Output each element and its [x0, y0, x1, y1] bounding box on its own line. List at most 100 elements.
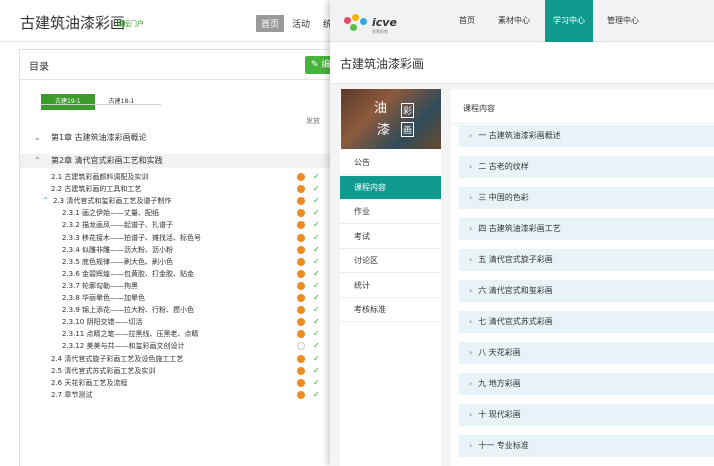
toc-title: 目录: [29, 62, 49, 73]
release-status-icon[interactable]: [297, 173, 305, 181]
toc-section-row[interactable]: 2.3.2 描龙画凤——起谱子、扎谱子 ✓: [20, 219, 330, 231]
release-status-icon[interactable]: [297, 366, 305, 375]
unit-item[interactable]: › 二 古老的纹样: [459, 156, 714, 178]
unit-item[interactable]: › 七 清代官式苏式彩画: [459, 311, 714, 333]
unit-item[interactable]: › 五 清代官式旋子彩画: [459, 249, 714, 271]
unit-item[interactable]: › 八 天花彩画: [459, 342, 714, 364]
unit-item[interactable]: › 六 清代官式和玺彩画: [459, 280, 714, 302]
check-icon[interactable]: ✓: [313, 353, 320, 365]
toc-row-label: 2.3.8 华丽晕色——加晕色: [62, 294, 146, 302]
nav-home[interactable]: 首页: [450, 0, 484, 42]
unit-item[interactable]: › 十一 专业标准: [459, 435, 714, 457]
nav-material-center[interactable]: 素材中心: [491, 0, 537, 42]
logo-dot-red: [344, 17, 351, 24]
class-tab-18-1[interactable]: 古建18-1: [95, 94, 149, 110]
release-status-icon[interactable]: [297, 185, 305, 194]
check-icon[interactable]: ✓: [313, 365, 320, 377]
toc-section-row[interactable]: 2.5 清代官式苏式彩画工艺及实训 ✓: [20, 365, 330, 377]
nav-learning-center[interactable]: 学习中心: [545, 0, 593, 42]
check-icon[interactable]: ✓: [313, 377, 320, 389]
release-status-icon[interactable]: [297, 221, 305, 230]
release-status-icon[interactable]: [297, 354, 305, 363]
release-status-icon[interactable]: [297, 390, 305, 399]
toc-chapter-row[interactable]: ⌄ 第1章 古建筑油漆彩画概论: [20, 131, 330, 145]
nav-stats-tab[interactable]: 统: [323, 17, 330, 30]
toc-section-row[interactable]: 2.3.4 似雕非雕——沥大粉、沥小粉 ✓: [20, 244, 330, 256]
toc-section-row[interactable]: 2.3.12 美美与共——和玺彩画文创设计 ✓: [20, 340, 330, 352]
class-tab-19-1[interactable]: 古建19-1: [41, 94, 95, 110]
sidebar-item[interactable]: 讨论区: [340, 249, 441, 273]
toc-section-row[interactable]: 2.3.10 阴阳交错——切活 ✓: [20, 316, 330, 328]
toc-section-row[interactable]: 2.3.7 轮廓勾勒——拘黑 ✓: [20, 280, 330, 292]
cover-char-3: 漆: [377, 123, 391, 138]
top-nav-bar: icve 智慧职教 首页 素材中心 学习中心 管理中心: [330, 0, 714, 42]
release-status-icon[interactable]: [297, 342, 305, 351]
release-status-icon[interactable]: [297, 245, 305, 254]
check-icon[interactable]: ✓: [313, 183, 320, 195]
check-icon[interactable]: ✓: [313, 195, 320, 207]
unit-item[interactable]: › 十 现代彩画: [459, 404, 714, 426]
check-icon[interactable]: ✓: [313, 268, 320, 280]
toc-section-row[interactable]: 2.3.5 底色规律——刷大色、刷小色 ✓: [20, 256, 330, 268]
toc-section-row[interactable]: 2.3.1 画之伊始——丈量、配纸 ✓: [20, 207, 330, 219]
check-icon[interactable]: ✓: [313, 280, 320, 292]
check-icon[interactable]: ✓: [313, 389, 320, 401]
course-management-panel: 古建筑油漆彩画 课程门户 首页 活动 统 目录 ✎ 编 古建19-1 古建18-1…: [0, 0, 330, 466]
toc-section-row[interactable]: 2.3.11 点睛之笔——拉黑线、压黑老、点睛 ✓: [20, 328, 330, 340]
check-icon[interactable]: ✓: [313, 316, 320, 328]
check-icon[interactable]: ✓: [313, 219, 320, 231]
sidebar-item[interactable]: 作业: [340, 200, 441, 224]
check-icon[interactable]: ✓: [313, 304, 320, 316]
icve-logo[interactable]: icve 智慧职教: [342, 14, 402, 36]
check-icon[interactable]: ✓: [313, 232, 320, 244]
nav-management-center[interactable]: 管理中心: [600, 0, 646, 42]
release-status-icon[interactable]: [297, 306, 305, 315]
course-portal-link[interactable]: 课程门户: [116, 19, 144, 29]
check-icon[interactable]: ✓: [313, 328, 320, 340]
check-icon[interactable]: ✓: [313, 244, 320, 256]
toc-section-row[interactable]: 2.7 章节测试 ✓: [20, 389, 330, 401]
toc-section-row[interactable]: 2.2 古建筑彩画的工具和工艺 ✓: [20, 183, 330, 195]
check-icon[interactable]: ✓: [313, 171, 320, 183]
toc-section-row[interactable]: 2.3.3 移花接木——拍谱子、摊找活、标色号 ✓: [20, 232, 330, 244]
nav-home-tab[interactable]: 首页: [256, 15, 285, 32]
unit-item[interactable]: › 四 古建筑油漆彩画工艺: [459, 218, 714, 240]
chevron-up-icon[interactable]: ⌃: [34, 154, 41, 168]
release-status-icon[interactable]: [297, 233, 305, 242]
release-status-icon[interactable]: [297, 269, 305, 278]
nav-activity-tab[interactable]: 活动: [292, 17, 310, 30]
sidebar-item[interactable]: 统计: [340, 274, 441, 298]
toc-section-row[interactable]: 2.6 天花彩画工艺及流程 ✓: [20, 377, 330, 389]
toc-section-row[interactable]: 2.4 清代官式旋子彩画工艺及设色施工工艺 ✓: [20, 353, 330, 365]
sidebar-item[interactable]: 考核标准: [340, 298, 441, 322]
toc-chapter-row[interactable]: ⌃ 第2章 清代官式彩画工艺和实践: [20, 154, 330, 168]
check-icon[interactable]: ✓: [313, 340, 320, 352]
chevron-down-icon[interactable]: ⌄: [34, 131, 41, 145]
release-status-icon[interactable]: [297, 378, 305, 387]
unit-item[interactable]: › 九 地方彩画: [459, 373, 714, 395]
release-status-icon[interactable]: [297, 294, 305, 302]
sidebar-item[interactable]: 公告: [340, 151, 441, 175]
check-icon[interactable]: ✓: [313, 256, 320, 268]
release-status-icon[interactable]: [297, 197, 305, 206]
check-icon[interactable]: ✓: [313, 207, 320, 219]
content-title: 课程内容: [463, 104, 495, 113]
chevron-right-icon: ›: [469, 348, 473, 357]
release-status-icon[interactable]: [297, 330, 305, 339]
release-status-icon[interactable]: [297, 281, 305, 290]
unit-item[interactable]: › 一 古建筑油漆彩画概述: [459, 125, 714, 147]
toc-section-row[interactable]: 2.3.9 锦上添花——拉大粉、行粉、攒小色 ✓: [20, 304, 330, 316]
chevron-up-icon[interactable]: ⌃: [42, 195, 49, 207]
toc-edit-button[interactable]: ✎ 编: [305, 56, 330, 74]
unit-item[interactable]: › 三 中国的色彩: [459, 187, 714, 209]
check-icon[interactable]: ✓: [313, 292, 320, 304]
sidebar-item[interactable]: 考试: [340, 225, 441, 249]
toc-section-row[interactable]: 2.3.6 金碧辉煌——包黄胶、打金胶、贴金 ✓: [20, 268, 330, 280]
release-status-icon[interactable]: [297, 209, 305, 218]
sidebar-item[interactable]: 课程内容: [340, 175, 441, 200]
toc-section-row[interactable]: 2.3.8 华丽晕色——加晕色 ✓: [20, 292, 330, 304]
release-status-icon[interactable]: [297, 257, 305, 266]
release-status-icon[interactable]: [297, 318, 305, 327]
toc-section-row[interactable]: ⌃ 2.3 清代官式和玺彩画工艺及谱子制作 ✓: [20, 195, 330, 207]
toc-section-row[interactable]: 2.1 古建筑彩画颜料调配及实训 ✓: [20, 171, 330, 183]
